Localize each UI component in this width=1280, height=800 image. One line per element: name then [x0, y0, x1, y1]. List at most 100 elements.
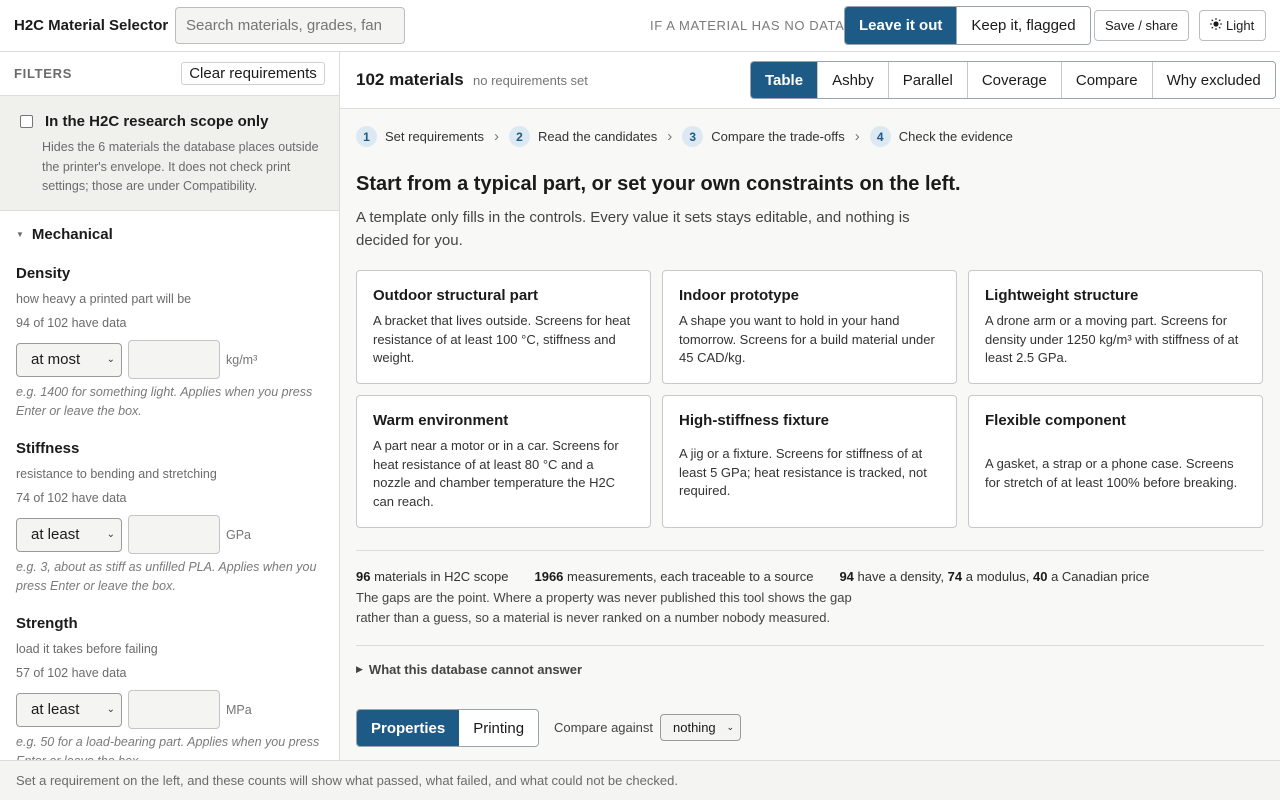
compare-value: nothing: [673, 720, 716, 735]
field-name: Strength: [16, 615, 78, 632]
strength-value-input[interactable]: [128, 690, 220, 729]
template-card-indoor[interactable]: Indoor prototype A shape you want to hol…: [662, 270, 957, 384]
template-card-flexible[interactable]: Flexible component A gasket, a strap or …: [968, 395, 1263, 528]
properties-tab[interactable]: Properties: [357, 710, 460, 746]
sun-icon: [1210, 18, 1222, 33]
density-filter: Density how heavy a printed part will be…: [16, 265, 326, 421]
density-value-input[interactable]: [128, 340, 220, 379]
field-unit: kg/m³: [226, 352, 258, 367]
card-title: Outdoor structural part: [373, 287, 539, 304]
scope-title[interactable]: In the H2C research scope only: [45, 113, 268, 130]
stat-measurements: 1966 measurements, each traceable to a s…: [534, 569, 814, 584]
page-headline: Start from a typical part, or set your o…: [356, 173, 961, 195]
footer-text: Set a requirement on the left, and these…: [16, 773, 678, 788]
tab-why-excluded[interactable]: Why excluded: [1151, 62, 1275, 98]
database-stats: 96 materials in H2C scope 1966 measureme…: [356, 569, 1149, 584]
field-count: 57 of 102 have data: [16, 666, 127, 680]
strength-operator-select[interactable]: at least ⌄: [16, 692, 122, 727]
compare-against-select[interactable]: nothing ⌄: [660, 714, 741, 741]
main-panel: 102 materials no requirements set Table …: [340, 52, 1280, 760]
save-share-button[interactable]: Save / share: [1094, 10, 1189, 41]
divider: [356, 645, 1264, 646]
keep-flagged-button[interactable]: Keep it, flagged: [956, 7, 1090, 44]
stat-coverage: 94 have a density, 74 a modulus, 40 a Ca…: [839, 569, 1150, 584]
theme-label: Light: [1226, 18, 1255, 33]
content-area: 1 Set requirements › 2 Read the candidates…: [340, 109, 1280, 760]
step-number: 3: [682, 126, 704, 147]
tab-compare[interactable]: Compare: [1060, 62, 1152, 98]
card-description: A part near a motor or in a car. Screens…: [373, 438, 619, 510]
no-data-toggle: Leave it out Keep it, flagged: [844, 6, 1091, 45]
tab-table[interactable]: Table: [751, 62, 818, 98]
step-label: Read the candidates: [538, 129, 658, 144]
field-subtitle: load it takes before failing: [16, 642, 158, 656]
clear-requirements-button[interactable]: Clear requirements: [181, 62, 325, 85]
workflow-steps: 1 Set requirements › 2 Read the candidates…: [356, 126, 1013, 147]
field-unit: GPa: [226, 527, 252, 542]
field-hint: e.g. 3, about as stiff as unfilled PLA. …: [16, 560, 317, 593]
chevron-down-icon: ⌄: [106, 704, 115, 715]
divider: [356, 550, 1264, 551]
operator-value: at least: [31, 526, 80, 543]
card-title: Lightweight structure: [985, 287, 1139, 304]
search-input[interactable]: [175, 7, 405, 44]
step-label: Check the evidence: [898, 129, 1013, 144]
materials-count: 102 materials: [356, 70, 464, 89]
chevron-right-icon: ›: [854, 128, 860, 145]
step-number: 4: [869, 126, 891, 147]
scope-description: Hides the 6 materials the database place…: [42, 140, 319, 193]
leave-it-out-button[interactable]: Leave it out: [845, 7, 957, 44]
chevron-down-icon: ⌄: [106, 529, 115, 540]
card-description: A bracket that lives outside. Screens fo…: [373, 313, 631, 366]
filters-sidebar: FILTERS Clear requirements In the H2C re…: [0, 52, 340, 760]
mechanical-group-toggle[interactable]: ▼ Mechanical: [16, 226, 113, 243]
field-subtitle: how heavy a printed part will be: [16, 292, 192, 306]
no-data-label: IF A MATERIAL HAS NO DATA: [650, 18, 845, 33]
field-name: Stiffness: [16, 440, 80, 457]
status-footer: Set a requirement on the left, and these…: [0, 760, 1280, 800]
scope-checkbox[interactable]: [20, 115, 33, 128]
card-description: A jig or a fixture. Screens for stiffnes…: [679, 446, 927, 499]
results-header: 102 materials no requirements set Table …: [340, 52, 1280, 109]
compare-against-label: Compare against: [554, 720, 653, 735]
card-description: A drone arm or a moving part. Screens fo…: [985, 313, 1239, 366]
group-title: Mechanical: [31, 226, 113, 243]
card-description: A gasket, a strap or a phone case. Scree…: [985, 456, 1238, 490]
triangle-right-icon: ▶: [356, 664, 363, 674]
tab-coverage[interactable]: Coverage: [966, 62, 1061, 98]
chevron-right-icon: ›: [667, 128, 673, 145]
step-label: Set requirements: [385, 129, 484, 144]
chevron-down-icon: ⌄: [106, 354, 115, 365]
field-count: 94 of 102 have data: [16, 316, 127, 330]
density-operator-select[interactable]: at most ⌄: [16, 342, 122, 377]
view-tabs: Table Ashby Parallel Coverage Compare Wh…: [750, 61, 1276, 99]
step-number: 2: [509, 126, 530, 147]
card-title: Warm environment: [373, 412, 509, 429]
template-card-outdoor[interactable]: Outdoor structural part A bracket that l…: [356, 270, 651, 384]
field-unit: MPa: [226, 702, 252, 717]
properties-printing-toggle: Properties Printing: [356, 709, 540, 747]
card-title: Indoor prototype: [679, 287, 799, 304]
card-title: Flexible component: [985, 412, 1126, 429]
theme-toggle-button[interactable]: Light: [1199, 10, 1266, 41]
stiffness-operator-select[interactable]: at least ⌄: [16, 517, 122, 552]
field-name: Density: [16, 265, 71, 282]
requirements-status: no requirements set: [473, 73, 588, 88]
stats-note: The gaps are the point. Where a property…: [356, 590, 852, 625]
app-title: H2C Material Selector: [14, 17, 169, 34]
template-card-lightweight[interactable]: Lightweight structure A drone arm or a m…: [968, 270, 1263, 384]
tab-ashby[interactable]: Ashby: [817, 62, 888, 98]
template-card-warm[interactable]: Warm environment A part near a motor or …: [356, 395, 651, 528]
operator-value: at most: [31, 351, 81, 368]
limitations-disclosure[interactable]: ▶ What this database cannot answer: [356, 662, 582, 677]
template-card-fixture[interactable]: High-stiffness fixture A jig or a fixtur…: [662, 395, 957, 528]
tab-parallel[interactable]: Parallel: [887, 62, 967, 98]
template-cards: Outdoor structural part A bracket that l…: [356, 270, 1264, 528]
printing-tab[interactable]: Printing: [459, 710, 539, 746]
stiffness-value-input[interactable]: [128, 515, 220, 554]
strength-filter: Strength load it takes before failing 57…: [16, 615, 326, 760]
stat-scope: 96 materials in H2C scope: [356, 569, 509, 584]
card-description: A shape you want to hold in your hand to…: [679, 313, 935, 366]
field-subtitle: resistance to bending and stretching: [16, 467, 217, 481]
field-hint: e.g. 50 for a load-bearing part. Applies…: [16, 735, 320, 760]
